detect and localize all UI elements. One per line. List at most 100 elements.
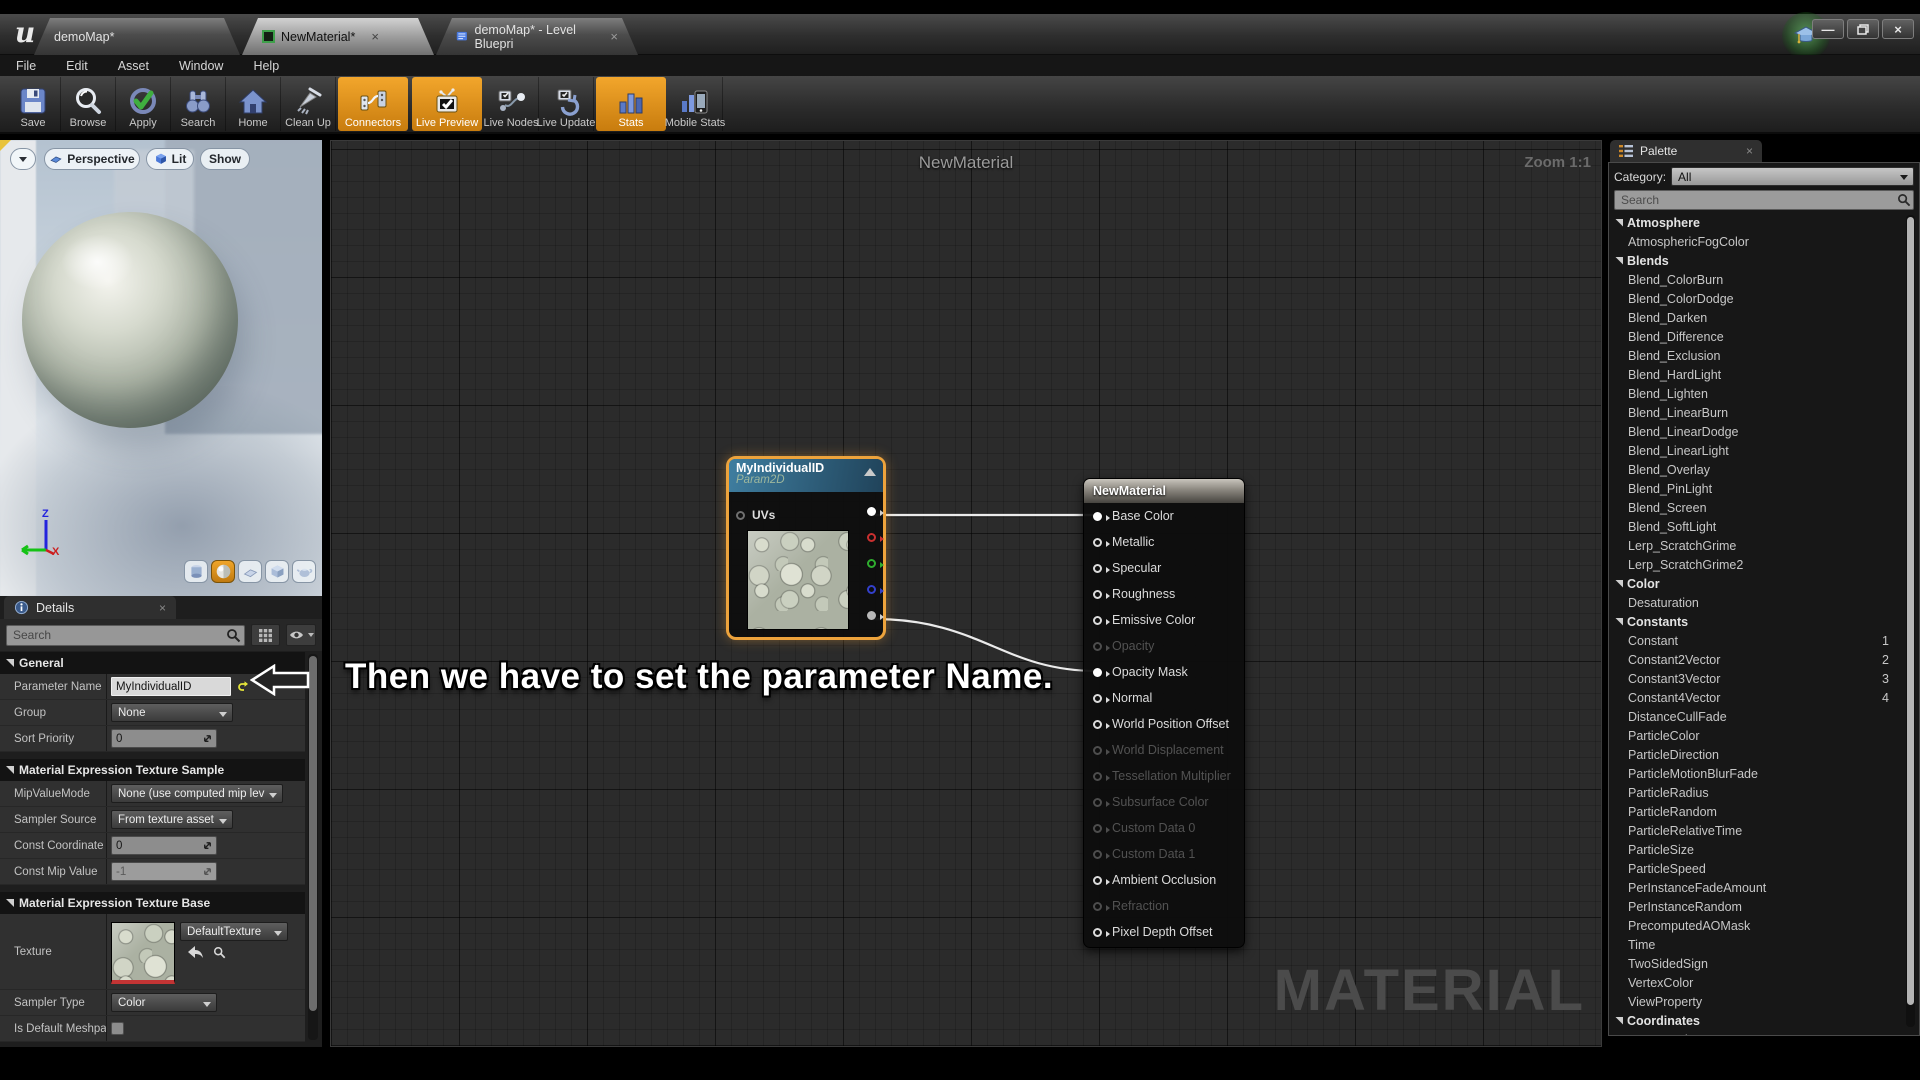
material-input-pin[interactable]: Normal — [1084, 685, 1244, 711]
palette-item[interactable]: Blend_Darken — [1611, 308, 1899, 327]
texture-thumbnail[interactable] — [111, 922, 175, 984]
palette-tab[interactable]: Palette × — [1610, 140, 1762, 162]
scrollbar-thumb[interactable] — [309, 656, 317, 1011]
display-filter-button[interactable] — [286, 624, 316, 646]
search-button[interactable]: Search — [171, 77, 226, 131]
material-input-pin[interactable]: Pixel Depth Offset — [1084, 919, 1244, 945]
sampler-source-dropdown[interactable]: From texture asset — [111, 810, 233, 829]
material-input-pin[interactable]: Custom Data 1 — [1084, 841, 1244, 867]
property-matrix-button[interactable] — [251, 624, 281, 646]
pin-circle[interactable] — [736, 511, 745, 520]
palette-item[interactable]: Atmosphere — [1611, 213, 1899, 232]
material-input-pin[interactable]: Custom Data 0 — [1084, 815, 1244, 841]
palette-item[interactable]: Blend_PinLight — [1611, 479, 1899, 498]
stats-button[interactable]: Stats — [596, 77, 666, 131]
close-button[interactable]: × — [1882, 19, 1914, 39]
restore-button[interactable] — [1847, 19, 1879, 39]
palette-item[interactable]: Constant3Vector 3 — [1611, 669, 1899, 688]
node-newmaterial[interactable]: NewMaterial Base Color Metallic — [1083, 478, 1245, 948]
menu-item[interactable]: Asset — [118, 59, 149, 73]
preview-shape-mesh-button[interactable] — [292, 560, 316, 583]
material-input-pin[interactable]: Roughness — [1084, 581, 1244, 607]
sort-priority-spinner[interactable]: 0 — [111, 729, 217, 748]
pin-circle[interactable] — [1093, 772, 1102, 781]
palette-item[interactable]: Blends — [1611, 251, 1899, 270]
pin-circle[interactable] — [1093, 798, 1102, 807]
pin-circle[interactable] — [1093, 876, 1102, 885]
use-selected-asset-icon[interactable] — [188, 946, 203, 958]
parameter-name-input[interactable] — [111, 677, 231, 696]
details-scrollbar[interactable] — [308, 654, 318, 1040]
output-pin-rgb[interactable] — [867, 507, 876, 516]
material-input-pin[interactable]: Ambient Occlusion — [1084, 867, 1244, 893]
palette-item[interactable]: Color — [1611, 574, 1899, 593]
preview-shape-sphere-button[interactable] — [211, 560, 235, 583]
palette-item[interactable]: Lerp_ScratchGrime — [1611, 536, 1899, 555]
pin-circle[interactable] — [1093, 928, 1102, 937]
palette-search-input[interactable] — [1614, 190, 1914, 210]
material-input-pin[interactable]: World Position Offset — [1084, 711, 1244, 737]
output-pin-r[interactable] — [867, 533, 876, 542]
is-default-checkbox[interactable] — [111, 1022, 124, 1035]
live-preview-button[interactable]: Live Preview — [412, 77, 482, 131]
palette-item[interactable]: AtmosphericFogColor — [1611, 232, 1899, 251]
palette-item[interactable]: Blend_Screen — [1611, 498, 1899, 517]
pin-circle[interactable] — [1093, 824, 1102, 833]
scrollbar-thumb[interactable] — [1907, 217, 1914, 1005]
palette-item[interactable]: PrecomputedAOMask — [1611, 916, 1899, 935]
preview-shape-plane-button[interactable] — [238, 560, 262, 583]
lit-mode-button[interactable]: Lit — [146, 148, 194, 170]
material-graph-canvas[interactable]: NewMaterial Zoom 1:1 MATERIAL Then we ha… — [330, 140, 1602, 1047]
palette-item[interactable]: ParticleMotionBlurFade — [1611, 764, 1899, 783]
output-pin-a[interactable] — [867, 611, 876, 620]
pin-circle[interactable] — [1093, 642, 1102, 651]
palette-item[interactable]: Blend_LinearDodge — [1611, 422, 1899, 441]
palette-item[interactable]: ParticleColor — [1611, 726, 1899, 745]
mip-value-mode-dropdown[interactable]: None (use computed mip lev — [111, 784, 283, 803]
palette-item[interactable]: Blend_Overlay — [1611, 460, 1899, 479]
perspective-button[interactable]: Perspective — [44, 148, 140, 170]
palette-item[interactable]: Blend_LinearBurn — [1611, 403, 1899, 422]
preview-shape-cube-button[interactable] — [265, 560, 289, 583]
palette-item[interactable]: Blend_Exclusion — [1611, 346, 1899, 365]
material-input-pin[interactable]: Metallic — [1084, 529, 1244, 555]
palette-item[interactable]: PerInstanceRandom — [1611, 897, 1899, 916]
material-input-pin[interactable]: Specular — [1084, 555, 1244, 581]
palette-item[interactable]: DistanceCullFade — [1611, 707, 1899, 726]
close-icon[interactable]: × — [159, 601, 166, 615]
material-input-pin[interactable]: Emissive Color — [1084, 607, 1244, 633]
mobile-stats-button[interactable]: Mobile Stats — [668, 77, 723, 131]
collapse-node-icon[interactable] — [864, 468, 876, 476]
details-tab[interactable]: Details × — [4, 596, 176, 619]
tab-demomap[interactable]: demoMap* — [34, 18, 240, 55]
material-input-pin[interactable]: Tessellation Multiplier — [1084, 763, 1244, 789]
palette-item[interactable]: Constants — [1611, 612, 1899, 631]
material-input-pin[interactable]: Subsurface Color — [1084, 789, 1244, 815]
palette-item[interactable]: ParticleRadius — [1611, 783, 1899, 802]
const-coordinate-spinner[interactable]: 0 — [111, 836, 217, 855]
palette-item[interactable]: Blend_SoftLight — [1611, 517, 1899, 536]
material-input-pin[interactable]: World Displacement — [1084, 737, 1244, 763]
output-pin-g[interactable] — [867, 559, 876, 568]
palette-item[interactable]: ParticleSpeed — [1611, 859, 1899, 878]
palette-item[interactable]: Constant 1 — [1611, 631, 1899, 650]
tab-newmaterial[interactable]: NewMaterial* × — [242, 18, 434, 55]
pin-circle[interactable] — [1093, 902, 1102, 911]
pin-circle[interactable] — [1093, 850, 1102, 859]
palette-item[interactable]: 1Dto2DIndex — [1611, 1030, 1899, 1035]
texture-asset-dropdown[interactable]: DefaultTexture — [180, 922, 288, 941]
palette-item[interactable]: Blend_LinearLight — [1611, 441, 1899, 460]
browse-to-asset-icon[interactable] — [213, 946, 226, 959]
palette-item[interactable]: Constant4Vector 4 — [1611, 688, 1899, 707]
palette-item[interactable]: Blend_Lighten — [1611, 384, 1899, 403]
material-input-pin[interactable]: Refraction — [1084, 893, 1244, 919]
show-menu-button[interactable]: Show — [200, 148, 250, 170]
tab-level-blueprint[interactable]: demoMap* - Level Bluepri × — [436, 18, 638, 55]
node-header[interactable]: NewMaterial — [1084, 479, 1244, 503]
material-input-pin[interactable]: Opacity Mask — [1084, 659, 1244, 685]
pin-circle[interactable] — [1093, 694, 1102, 703]
palette-item[interactable]: ParticleRandom — [1611, 802, 1899, 821]
menu-item[interactable]: Edit — [66, 59, 88, 73]
palette-item[interactable]: Lerp_ScratchGrime2 — [1611, 555, 1899, 574]
palette-item[interactable]: VertexColor — [1611, 973, 1899, 992]
